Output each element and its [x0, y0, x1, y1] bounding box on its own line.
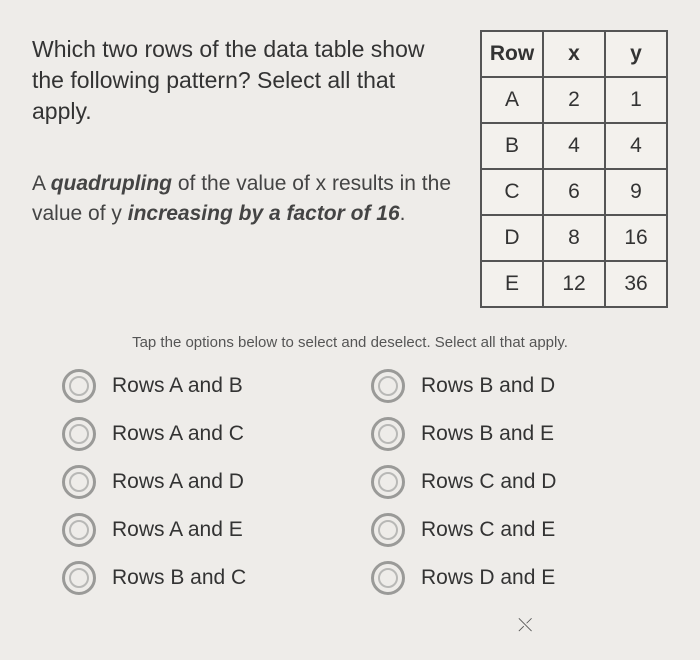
option-label: Rows B and D: [421, 374, 555, 398]
cell-x: 6: [543, 169, 605, 215]
radio-icon: [62, 417, 96, 451]
table-row: E 12 36: [481, 261, 667, 307]
option-label: Rows B and E: [421, 422, 554, 446]
data-table: Row x y A 2 1 B 4 4 C 6 9 D 8 16 E 12 36: [480, 30, 668, 308]
cell-y: 36: [605, 261, 667, 307]
option-rows-b-c[interactable]: Rows B and C: [62, 561, 341, 595]
radio-icon: [371, 417, 405, 451]
option-label: Rows C and D: [421, 470, 556, 494]
radio-icon: [62, 513, 96, 547]
instruction-text: Tap the options below to select and dese…: [32, 334, 668, 351]
cell-x: 8: [543, 215, 605, 261]
option-label: Rows A and B: [112, 374, 243, 398]
cell-y: 16: [605, 215, 667, 261]
cursor-icon: ⤬: [518, 615, 532, 636]
option-rows-a-e[interactable]: Rows A and E: [62, 513, 341, 547]
table-row: D 8 16: [481, 215, 667, 261]
cell-y: 4: [605, 123, 667, 169]
option-label: Rows C and E: [421, 518, 555, 542]
radio-icon: [62, 561, 96, 595]
cell-row: D: [481, 215, 543, 261]
radio-icon: [371, 513, 405, 547]
cell-row: B: [481, 123, 543, 169]
pattern-factor: increasing by a factor of 16: [128, 202, 400, 225]
radio-icon: [62, 369, 96, 403]
option-rows-a-b[interactable]: Rows A and B: [62, 369, 341, 403]
radio-icon: [62, 465, 96, 499]
table-header-x: x: [543, 31, 605, 77]
table-row: C 6 9: [481, 169, 667, 215]
option-rows-a-d[interactable]: Rows A and D: [62, 465, 341, 499]
radio-icon: [371, 369, 405, 403]
pattern-text: A quadrupling of the value of x results …: [32, 169, 456, 228]
cell-row: E: [481, 261, 543, 307]
pattern-seg-3: .: [400, 202, 406, 225]
option-rows-c-d[interactable]: Rows C and D: [371, 465, 650, 499]
option-label: Rows A and C: [112, 422, 244, 446]
option-label: Rows B and C: [112, 566, 246, 590]
cell-x: 2: [543, 77, 605, 123]
option-rows-b-e[interactable]: Rows B and E: [371, 417, 650, 451]
option-label: Rows D and E: [421, 566, 555, 590]
table-row: B 4 4: [481, 123, 667, 169]
table-header-y: y: [605, 31, 667, 77]
option-rows-b-d[interactable]: Rows B and D: [371, 369, 650, 403]
table-row: A 2 1: [481, 77, 667, 123]
cell-x: 12: [543, 261, 605, 307]
options-grid: Rows A and B Rows B and D Rows A and C R…: [32, 369, 668, 595]
cell-row: A: [481, 77, 543, 123]
question-text: Which two rows of the data table show th…: [32, 34, 456, 127]
pattern-quadrupling: quadrupling: [51, 172, 172, 195]
radio-icon: [371, 465, 405, 499]
cell-x: 4: [543, 123, 605, 169]
radio-icon: [371, 561, 405, 595]
option-label: Rows A and E: [112, 518, 243, 542]
cell-y: 9: [605, 169, 667, 215]
cell-row: C: [481, 169, 543, 215]
pattern-seg-1: A: [32, 172, 51, 195]
option-rows-c-e[interactable]: Rows C and E: [371, 513, 650, 547]
option-rows-d-e[interactable]: Rows D and E: [371, 561, 650, 595]
option-rows-a-c[interactable]: Rows A and C: [62, 417, 341, 451]
cell-y: 1: [605, 77, 667, 123]
table-header-row: Row: [481, 31, 543, 77]
option-label: Rows A and D: [112, 470, 244, 494]
